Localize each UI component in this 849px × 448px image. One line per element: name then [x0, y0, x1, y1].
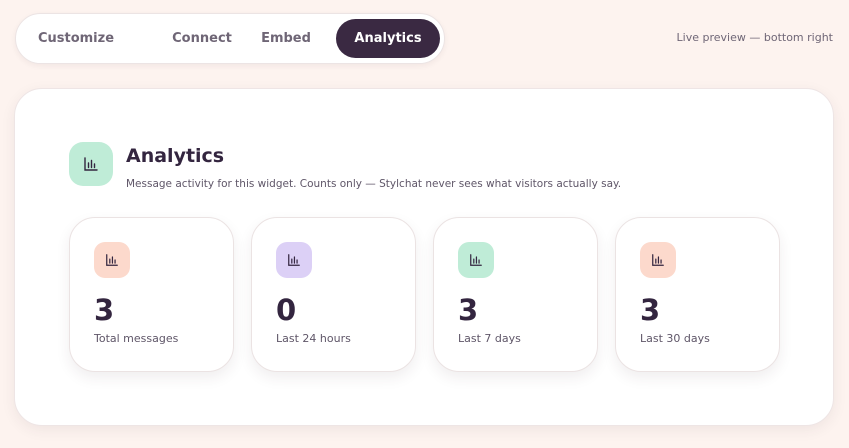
- stat-value: 3: [458, 293, 479, 327]
- stat-label: Last 24 hours: [276, 332, 351, 345]
- live-preview-note: Live preview — bottom right: [676, 31, 833, 44]
- tab-connect[interactable]: Connect: [144, 19, 260, 58]
- page-subtitle: Message activity for this widget. Counts…: [126, 178, 622, 190]
- tab-embed[interactable]: Embed: [248, 19, 324, 58]
- stat-card-last-30-days: 3 Last 30 days: [615, 217, 780, 372]
- bar-chart-icon: [276, 242, 312, 278]
- tab-customize[interactable]: Customize: [24, 19, 128, 58]
- analytics-panel: Analytics Message activity for this widg…: [14, 88, 834, 426]
- stat-label: Last 7 days: [458, 332, 521, 345]
- tab-analytics[interactable]: Analytics: [336, 19, 440, 58]
- stats-grid: 3 Total messages 0 Last 24 hours 3 Last …: [69, 217, 780, 372]
- stat-card-last-7-days: 3 Last 7 days: [433, 217, 598, 372]
- stat-card-last-24-hours: 0 Last 24 hours: [251, 217, 416, 372]
- stat-value: 3: [640, 293, 661, 327]
- bar-chart-icon: [94, 242, 130, 278]
- stat-value: 3: [94, 293, 115, 327]
- stat-card-total-messages: 3 Total messages: [69, 217, 234, 372]
- page-title: Analytics: [126, 145, 225, 167]
- stat-value: 0: [276, 293, 297, 327]
- bar-chart-icon: [69, 142, 113, 186]
- tab-bar: Customize Connect Embed Analytics: [15, 13, 445, 64]
- bar-chart-icon: [640, 242, 676, 278]
- stat-label: Last 30 days: [640, 332, 710, 345]
- stat-label: Total messages: [94, 332, 179, 345]
- bar-chart-icon: [458, 242, 494, 278]
